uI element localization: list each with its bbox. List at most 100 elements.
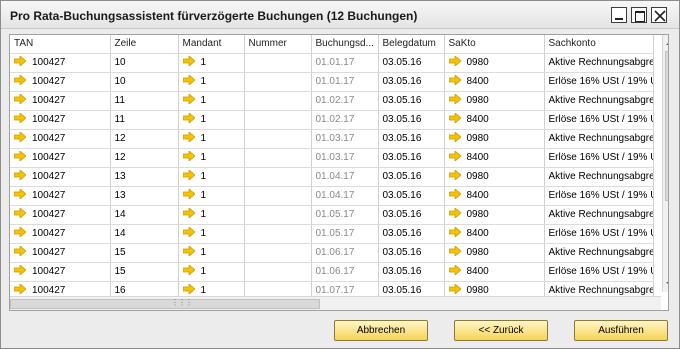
column-header-tan[interactable]: TAN (10, 35, 111, 54)
link-arrow-icon[interactable] (448, 55, 462, 69)
cell-mandant[interactable]: 1 (178, 110, 245, 130)
link-arrow-icon[interactable] (182, 93, 196, 107)
table-row[interactable]: 100427 10 1 01.01.17 03.05.16 0980 Aktive Rech… (10, 53, 654, 73)
link-arrow-icon[interactable] (448, 112, 462, 126)
link-arrow-icon[interactable] (13, 188, 27, 202)
cell-tan[interactable]: 100427 (10, 110, 111, 130)
link-arrow-icon[interactable] (182, 112, 196, 126)
cell-mandant[interactable]: 1 (178, 72, 245, 92)
table-row[interactable]: 100427 13 1 01.04.17 03.05.16 8400 Erlöse 16% … (10, 186, 654, 206)
scroll-up-icon[interactable] (665, 38, 669, 48)
link-arrow-icon[interactable] (182, 207, 196, 221)
close-icon[interactable] (651, 7, 667, 23)
column-header-sachkonto[interactable]: Sachkonto (544, 35, 654, 54)
link-arrow-icon[interactable] (448, 264, 462, 278)
link-arrow-icon[interactable] (13, 207, 27, 221)
table-row[interactable]: 100427 14 1 01.05.17 03.05.16 8400 Erlöse 16% … (10, 224, 654, 244)
link-arrow-icon[interactable] (448, 169, 462, 183)
cell-sakto[interactable]: 0980 (444, 53, 545, 73)
link-arrow-icon[interactable] (448, 226, 462, 240)
cell-mandant[interactable]: 1 (178, 53, 245, 73)
link-arrow-icon[interactable] (13, 264, 27, 278)
table-row[interactable]: 100427 12 1 01.03.17 03.05.16 8400 Erlöse 16% … (10, 148, 654, 168)
cell-tan[interactable]: 100427 (10, 148, 111, 168)
cell-sakto[interactable]: 0980 (444, 91, 545, 111)
cell-mandant[interactable]: 1 (178, 186, 245, 206)
cell-sakto[interactable]: 8400 (444, 110, 545, 130)
link-arrow-icon[interactable] (448, 74, 462, 88)
link-arrow-icon[interactable] (182, 226, 196, 240)
vertical-scroll-thumb[interactable]: ⋮⋮ (665, 51, 668, 201)
column-header-zeile[interactable]: Zeile (110, 35, 179, 54)
cell-sakto[interactable]: 0980 (444, 243, 545, 263)
link-arrow-icon[interactable] (13, 112, 27, 126)
table-row[interactable]: 100427 15 1 01.06.17 03.05.16 8400 Erlöse 16% … (10, 262, 654, 282)
cell-mandant[interactable]: 1 (178, 148, 245, 168)
column-header-sakto[interactable]: SaKto (444, 35, 545, 54)
link-arrow-icon[interactable] (182, 264, 196, 278)
cell-mandant[interactable]: 1 (178, 205, 245, 225)
link-arrow-icon[interactable] (182, 131, 196, 145)
cell-sakto[interactable]: 8400 (444, 186, 545, 206)
execute-button[interactable]: Ausführen (574, 320, 668, 341)
link-arrow-icon[interactable] (448, 188, 462, 202)
link-arrow-icon[interactable] (448, 207, 462, 221)
cell-tan[interactable]: 100427 (10, 224, 111, 244)
cell-tan[interactable]: 100427 (10, 129, 111, 149)
link-arrow-icon[interactable] (13, 55, 27, 69)
cell-sakto[interactable]: 8400 (444, 224, 545, 244)
cell-tan[interactable]: 100427 (10, 167, 111, 187)
table-row[interactable]: 100427 10 1 01.01.17 03.05.16 8400 Erlöse 16% … (10, 72, 654, 92)
table-row[interactable]: 100427 12 1 01.03.17 03.05.16 0980 Aktive Rech… (10, 129, 654, 149)
table-row[interactable]: 100427 14 1 01.05.17 03.05.16 0980 Aktive Rech… (10, 205, 654, 225)
cell-mandant[interactable]: 1 (178, 129, 245, 149)
cell-sakto[interactable]: 8400 (444, 262, 545, 282)
link-arrow-icon[interactable] (182, 55, 196, 69)
link-arrow-icon[interactable] (448, 93, 462, 107)
minimize-icon[interactable] (611, 7, 627, 23)
scroll-down-icon[interactable] (665, 279, 669, 289)
back-button[interactable]: << Zurück (454, 320, 548, 341)
cancel-button[interactable]: Abbrechen (334, 320, 428, 341)
link-arrow-icon[interactable] (448, 131, 462, 145)
cell-mandant[interactable]: 1 (178, 243, 245, 263)
cell-mandant[interactable]: 1 (178, 91, 245, 111)
link-arrow-icon[interactable] (448, 150, 462, 164)
cell-tan[interactable]: 100427 (10, 243, 111, 263)
cell-sakto[interactable]: 8400 (444, 148, 545, 168)
cell-mandant[interactable]: 1 (178, 224, 245, 244)
cell-sakto[interactable]: 0980 (444, 129, 545, 149)
column-header-mandant[interactable]: Mandant (178, 35, 245, 54)
cell-tan[interactable]: 100427 (10, 53, 111, 73)
link-arrow-icon[interactable] (182, 169, 196, 183)
link-arrow-icon[interactable] (13, 131, 27, 145)
cell-mandant[interactable]: 1 (178, 262, 245, 282)
link-arrow-icon[interactable] (13, 226, 27, 240)
link-arrow-icon[interactable] (182, 74, 196, 88)
column-header-belegdatum[interactable]: Belegdatum (378, 35, 445, 54)
cell-sakto[interactable]: 0980 (444, 205, 545, 225)
link-arrow-icon[interactable] (13, 245, 27, 259)
column-header-buchungsdatum[interactable]: Buchungsd... (311, 35, 379, 54)
link-arrow-icon[interactable] (13, 150, 27, 164)
cell-sakto[interactable]: 0980 (444, 167, 545, 187)
table-row[interactable]: 100427 13 1 01.04.17 03.05.16 0980 Aktive Rech… (10, 167, 654, 187)
cell-tan[interactable]: 100427 (10, 91, 111, 111)
cell-sakto[interactable]: 8400 (444, 72, 545, 92)
table-row[interactable]: 100427 11 1 01.02.17 03.05.16 0980 Aktive Rech… (10, 91, 654, 111)
cell-tan[interactable]: 100427 (10, 72, 111, 92)
cell-tan[interactable]: 100427 (10, 186, 111, 206)
link-arrow-icon[interactable] (13, 74, 27, 88)
vertical-scrollbar[interactable]: ⋮⋮ (662, 35, 669, 292)
horizontal-scroll-thumb[interactable]: ⋮⋮⋮ (10, 298, 320, 309)
maximize-icon[interactable] (631, 7, 647, 23)
link-arrow-icon[interactable] (182, 188, 196, 202)
horizontal-scrollbar[interactable]: ⋮⋮⋮ (10, 296, 661, 310)
title-bar[interactable]: Pro Rata-Buchungsassistent fürverzögerte… (1, 1, 679, 29)
table-row[interactable]: 100427 11 1 01.02.17 03.05.16 8400 Erlöse 16% … (10, 110, 654, 130)
cell-tan[interactable]: 100427 (10, 262, 111, 282)
link-arrow-icon[interactable] (448, 245, 462, 259)
cell-mandant[interactable]: 1 (178, 167, 245, 187)
cell-tan[interactable]: 100427 (10, 205, 111, 225)
link-arrow-icon[interactable] (13, 93, 27, 107)
